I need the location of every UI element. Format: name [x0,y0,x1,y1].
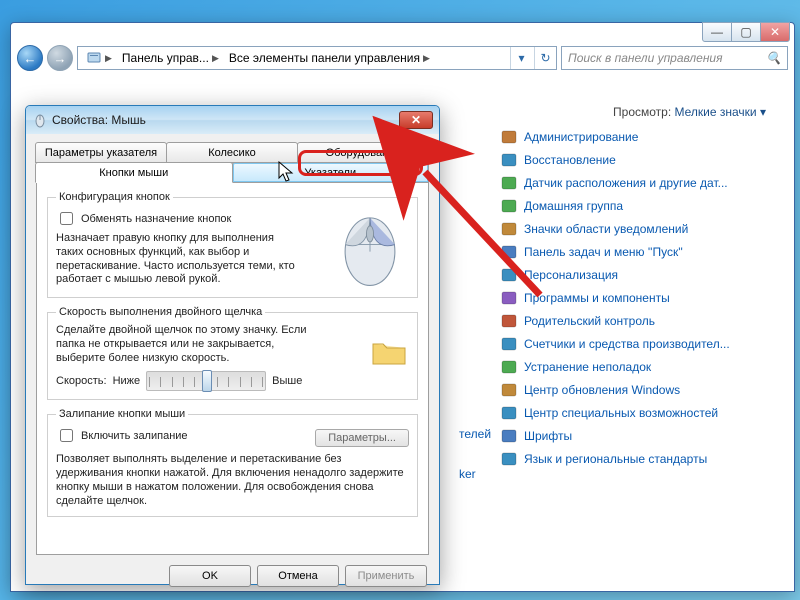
breadcrumb-seg-1[interactable]: Панель управ...▶ [118,47,223,69]
tab-pointers[interactable]: Указатели [232,162,430,183]
mouse-illustration [331,209,409,289]
control-panel-item[interactable]: Устранение неполадок [501,359,776,375]
search-placeholder: Поиск в панели управления [568,51,723,65]
control-panel-item[interactable]: Администрирование [501,129,776,145]
mouse-properties-dialog: Свойства: Мышь ✕ Параметры указателя Кол… [25,105,440,585]
control-panel-items: Администрирование Восстановление Датчик ра… [501,129,776,467]
cancel-button[interactable]: Отмена [257,565,339,587]
nav-back-button[interactable]: ← [17,45,43,71]
ok-button[interactable]: OK [169,565,251,587]
breadcrumb-dropdown-button[interactable]: ▾ [510,47,532,69]
control-panel-item[interactable]: Персонализация [501,267,776,283]
breadcrumb-seg-2[interactable]: Все элементы панели управления▶ [225,47,434,69]
control-panel-item[interactable]: Центр специальных возможностей [501,405,776,421]
tab-row-2: Кнопки мыши Указатели [36,162,429,183]
dialog-button-row: OK Отмена Применить [26,565,427,587]
speed-slider[interactable] [146,371,266,391]
cp-item-icon [501,313,517,329]
minimize-button[interactable]: — [702,22,732,42]
cp-item-icon [501,405,517,421]
breadcrumb[interactable]: ▶ Панель управ...▶ Все элементы панели у… [77,46,557,70]
cp-item-icon [501,175,517,191]
swap-buttons-desc: Назначает правую кнопку для выполнения т… [56,232,296,287]
dialog-close-button[interactable]: ✕ [399,111,433,129]
dialog-title: Свойства: Мышь [52,113,146,127]
doubleclick-desc: Сделайте двойной щелчок по этому значку.… [56,324,316,365]
navigation-bar: ← → ▶ Панель управ...▶ Все элементы пане… [17,45,788,71]
cp-item-icon [501,129,517,145]
button-config-group: Конфигурация кнопок Обменять назначение … [47,191,418,298]
clicklock-params-button: Параметры... [315,429,409,447]
window-controls: — ▢ ✕ [703,22,790,42]
control-panel-item[interactable]: Центр обновления Windows [501,382,776,398]
apply-button: Применить [345,565,427,587]
search-icon: 🔍 [766,51,781,65]
cp-item-icon [501,359,517,375]
control-panel-item[interactable]: Восстановление [501,152,776,168]
control-panel-item[interactable]: Программы и компоненты [501,290,776,306]
control-panel-item[interactable]: Датчик расположения и другие дат... [501,175,776,191]
speed-slider-row: Скорость: Ниже Выше [56,371,409,391]
tab-buttons[interactable]: Кнопки мыши [35,162,233,183]
tab-content-buttons: Конфигурация кнопок Обменять назначение … [36,183,429,555]
cp-item-icon [501,267,517,283]
tab-pointer-options[interactable]: Параметры указателя [35,142,167,163]
cp-item-icon [501,221,517,237]
partial-item-a: телей [459,427,491,441]
cp-item-icon [501,428,517,444]
cp-item-icon [501,198,517,214]
partial-item-b: ker [459,467,476,481]
dialog-titlebar[interactable]: Свойства: Мышь ✕ [26,106,439,134]
folder-test-icon[interactable] [369,330,409,370]
cp-item-icon [501,382,517,398]
cp-item-icon [501,451,517,467]
chevron-down-icon: ▾ [760,105,766,119]
cp-item-icon [501,152,517,168]
clicklock-group: Залипание кнопки мыши Включить залипание… [47,408,418,517]
control-panel-item[interactable]: Домашняя группа [501,198,776,214]
swap-buttons-checkbox[interactable]: Обменять назначение кнопок [56,209,325,228]
view-selector[interactable]: Просмотр: Мелкие значки ▾ [501,81,776,129]
mouse-icon [32,112,48,128]
clicklock-checkbox[interactable]: Включить залипание [56,426,188,445]
cp-item-icon [501,290,517,306]
breadcrumb-root-icon[interactable]: ▶ [82,47,116,69]
doubleclick-speed-group: Скорость выполнения двойного щелчка Сдел… [47,306,418,400]
tab-wheel[interactable]: Колесико [166,142,298,163]
cp-item-icon [501,244,517,260]
control-panel-item[interactable]: Родительский контроль [501,313,776,329]
control-panel-item[interactable]: Шрифты [501,428,776,444]
clicklock-desc: Позволяет выполнять выделение и перетаск… [56,453,409,508]
close-button[interactable]: ✕ [760,22,790,42]
cp-item-icon [501,336,517,352]
control-panel-item[interactable]: Значки области уведомлений [501,221,776,237]
control-panel-item[interactable]: Язык и региональные стандарты [501,451,776,467]
refresh-button[interactable]: ↻ [534,47,556,69]
nav-forward-button[interactable]: → [47,45,73,71]
tab-hardware[interactable]: Оборудование [297,142,429,163]
maximize-button[interactable]: ▢ [731,22,761,42]
control-panel-item[interactable]: Панель задач и меню ''Пуск'' [501,244,776,260]
search-input[interactable]: Поиск в панели управления 🔍 [561,46,788,70]
control-panel-item[interactable]: Счетчики и средства производител... [501,336,776,352]
tab-row-1: Параметры указателя Колесико Оборудовани… [36,142,429,163]
